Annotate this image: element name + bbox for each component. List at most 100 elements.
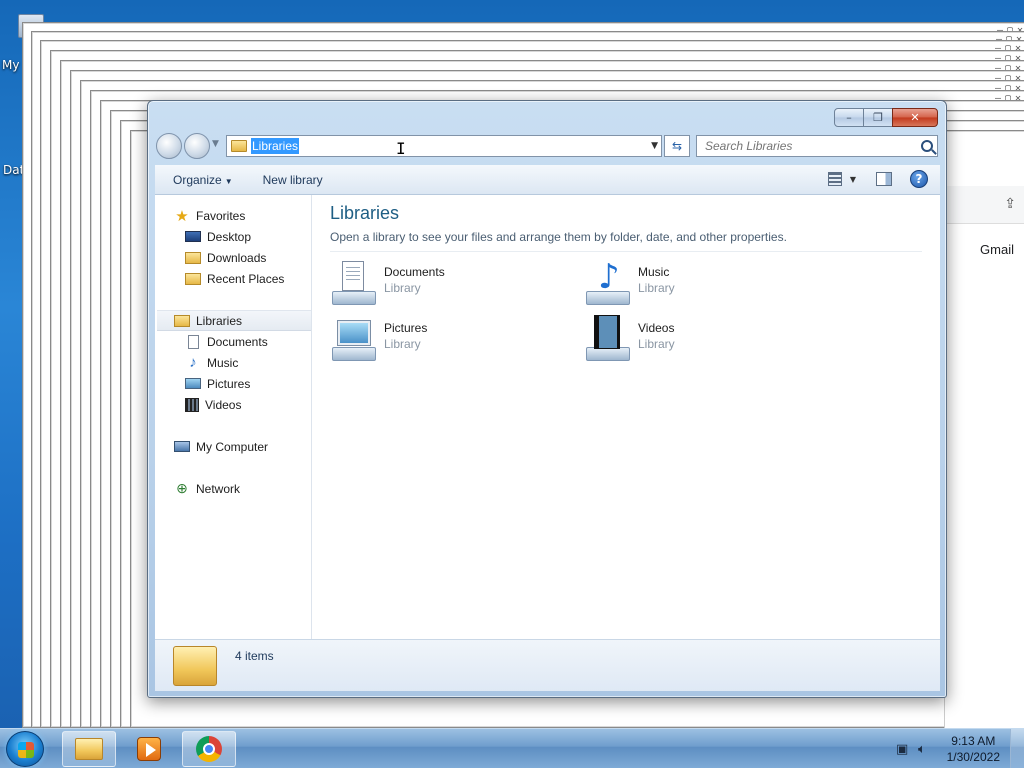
item-count: 4 items: [235, 649, 274, 663]
forward-button[interactable]: [184, 133, 210, 159]
nav-item-label: Network: [196, 481, 241, 496]
minimize-button[interactable]: –: [834, 108, 864, 127]
film-strip-icon: [185, 397, 199, 412]
nav-item-label: My Computer: [196, 439, 269, 454]
library-type: Library: [638, 337, 675, 351]
nav-item-label: Desktop: [207, 229, 252, 244]
recent-pages-chevron-icon[interactable]: ▼: [212, 139, 219, 149]
browser-toolbar: ⇪: [945, 186, 1024, 224]
nav-item-downloads[interactable]: Downloads: [155, 247, 311, 268]
star-icon: ★: [175, 207, 189, 225]
nav-item-favorites[interactable]: ★ Favorites: [155, 205, 311, 226]
taskbar: ▣ 🔈︎ 9:13 AM 1/30/2022: [0, 728, 1024, 768]
back-button[interactable]: [156, 133, 182, 159]
organize-label: Organize: [173, 172, 222, 187]
nav-item-label: Music: [207, 355, 239, 370]
desktop-icon-label: My: [2, 58, 20, 72]
library-type: Library: [384, 337, 421, 351]
share-icon[interactable]: ⇪: [1004, 196, 1016, 212]
help-icon[interactable]: ?: [910, 170, 928, 188]
search-box[interactable]: [696, 135, 938, 157]
library-name: Music: [638, 265, 670, 279]
libraries-icon: [174, 314, 190, 327]
address-dropdown-chevron-icon[interactable]: ▼: [651, 141, 658, 151]
nav-item-label: Documents: [207, 334, 268, 349]
change-view-icon[interactable]: [827, 172, 842, 186]
window-caption-buttons: – ❐ ✕: [834, 108, 938, 127]
minimize-icon: –: [846, 111, 852, 124]
nav-item-network[interactable]: ⊕ Network: [155, 478, 311, 499]
explorer-body: ★ Favorites Desktop Downloads Recent Plac…: [155, 195, 940, 639]
volume-icon[interactable]: 🔈︎: [918, 742, 926, 757]
background-browser-window: ⇪ Gmail: [944, 150, 1024, 728]
nav-item-desktop[interactable]: Desktop: [155, 226, 311, 247]
address-text[interactable]: Libraries: [251, 138, 300, 154]
search-input[interactable]: [705, 139, 905, 153]
videos-library-icon: [584, 315, 632, 363]
music-library-icon: ♪: [584, 257, 632, 307]
new-library-button[interactable]: New library: [263, 173, 323, 187]
organize-menu-button[interactable]: Organize ▼: [173, 173, 233, 187]
nav-item-recent-places[interactable]: Recent Places: [155, 268, 311, 289]
nav-item-label: Downloads: [207, 250, 267, 265]
gmail-link[interactable]: Gmail: [980, 242, 1014, 257]
address-bar[interactable]: Libraries ▼: [226, 135, 662, 157]
explorer-icon: [75, 738, 103, 760]
view-options-chevron-icon[interactable]: ▼: [850, 175, 856, 184]
page-title: Libraries: [330, 203, 400, 223]
clock-time: 9:13 AM: [951, 734, 996, 748]
library-grid: Documents Library ♪ Music Library Pictur…: [330, 257, 922, 379]
clock-date: 1/30/2022: [946, 750, 1000, 764]
content-pane: Libraries Open a library to see your fil…: [312, 195, 940, 639]
chevron-down-icon: ▼: [224, 176, 233, 186]
text-cursor-icon: I: [396, 139, 406, 158]
nav-item-libraries[interactable]: Libraries: [157, 310, 311, 331]
clock[interactable]: 9:13 AM 1/30/2022: [947, 733, 1000, 765]
library-item-music[interactable]: ♪ Music Library: [584, 257, 824, 311]
start-button[interactable]: [6, 731, 44, 767]
nav-item-label: Recent Places: [207, 271, 285, 286]
library-name: Documents: [384, 265, 445, 279]
details-pane: 4 items: [155, 639, 940, 691]
refresh-icon: ⇆: [671, 139, 683, 153]
taskbar-media-player-button[interactable]: [122, 731, 176, 767]
media-player-icon: [137, 737, 161, 761]
nav-item-pictures[interactable]: Pictures: [155, 373, 311, 394]
preview-pane-icon[interactable]: [876, 172, 892, 186]
computer-icon: [174, 441, 190, 452]
command-bar: Organize ▼ New library ▼ ?: [155, 165, 940, 195]
navigation-pane: ★ Favorites Desktop Downloads Recent Plac…: [155, 195, 312, 639]
refresh-button[interactable]: ⇆: [664, 135, 690, 157]
nav-item-videos[interactable]: Videos: [155, 394, 311, 415]
library-type: Library: [638, 281, 675, 295]
maximize-button[interactable]: ❐: [863, 108, 893, 127]
music-note-icon: ♪: [189, 354, 197, 371]
search-icon[interactable]: [921, 140, 933, 152]
library-item-documents[interactable]: Documents Library: [330, 259, 570, 311]
pictures-library-icon: [330, 315, 378, 363]
taskbar-explorer-button[interactable]: [62, 731, 116, 767]
explorer-window: – ❐ ✕ ▼ Libraries ▼ ⇆ Organize▼ New libr…: [147, 100, 947, 698]
navigation-row: ▼ Libraries ▼ ⇆: [156, 133, 938, 159]
nav-item-label: Pictures: [207, 376, 251, 391]
system-tray: ▣ 🔈︎ 9:13 AM 1/30/2022: [884, 729, 1024, 768]
nav-item-label: Favorites: [196, 208, 246, 223]
nav-item-documents[interactable]: Documents: [155, 331, 311, 352]
show-desktop-button[interactable]: [1010, 729, 1024, 768]
divider: [330, 251, 922, 252]
library-item-videos[interactable]: Videos Library: [584, 315, 824, 367]
nav-item-my-computer[interactable]: My Computer: [155, 436, 311, 457]
nav-item-label: Videos: [205, 397, 242, 412]
close-button[interactable]: ✕: [892, 108, 938, 127]
network-status-icon[interactable]: ▣: [896, 742, 908, 757]
library-item-pictures[interactable]: Pictures Library: [330, 315, 570, 367]
close-icon: ✕: [910, 111, 920, 124]
restore-icon: ❐: [873, 111, 883, 124]
nav-item-label: Libraries: [196, 313, 243, 328]
desktop-icon: [185, 231, 201, 242]
network-icon: ⊕: [176, 480, 188, 496]
nav-item-music[interactable]: ♪ Music: [155, 352, 311, 373]
taskbar-chrome-button[interactable]: [182, 731, 236, 767]
